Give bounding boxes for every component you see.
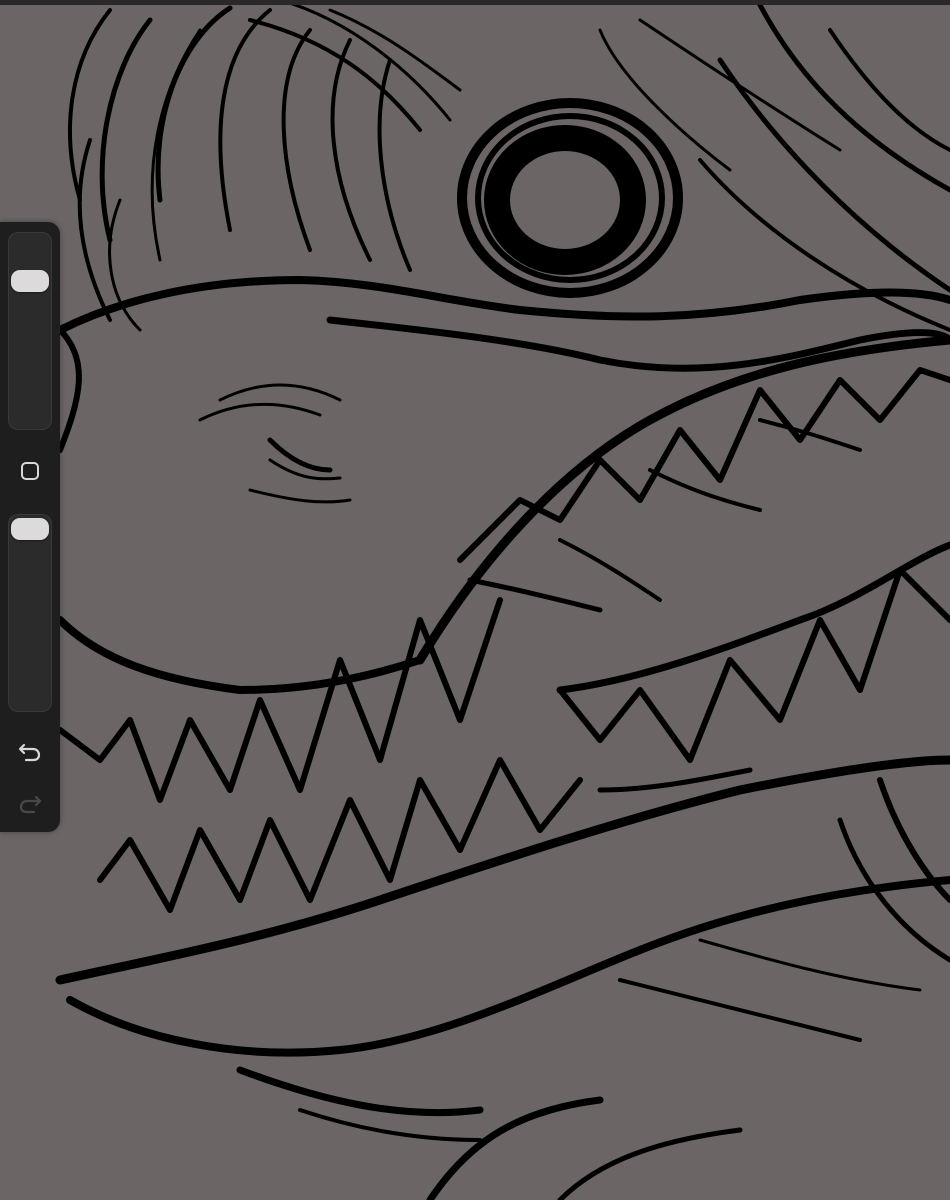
undo-arrow-icon: [18, 743, 41, 762]
brush-size-slider-thumb[interactable]: [11, 269, 49, 292]
drawing-canvas[interactable]: [0, 0, 950, 1200]
modify-button[interactable]: [17, 458, 43, 484]
redo-arrow-icon: [19, 795, 42, 814]
brush-opacity-slider[interactable]: [8, 514, 52, 712]
undo-button[interactable]: [12, 736, 48, 766]
top-edge-bar: [0, 0, 950, 5]
square-icon: [21, 462, 39, 480]
brush-opacity-slider-thumb[interactable]: [11, 518, 49, 540]
redo-button[interactable]: [12, 788, 48, 818]
brush-sidebar: [0, 222, 60, 832]
brush-size-slider[interactable]: [8, 232, 52, 430]
